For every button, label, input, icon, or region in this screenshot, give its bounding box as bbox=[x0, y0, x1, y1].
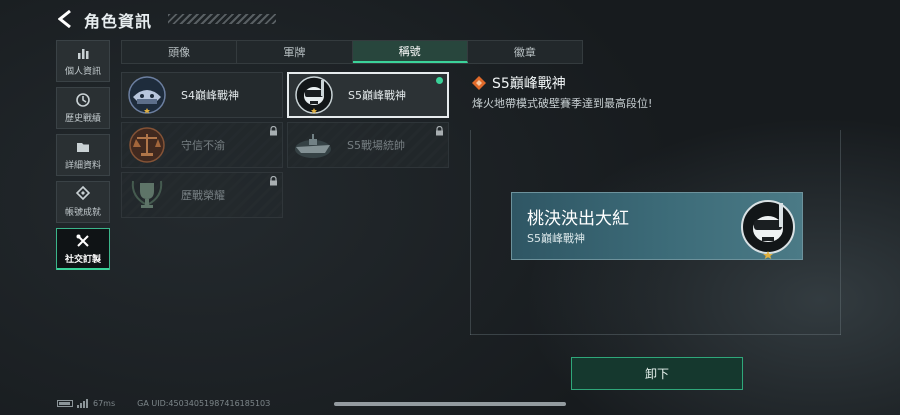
sidebar-item-details[interactable]: 詳細資料 bbox=[56, 134, 110, 176]
bar-chart-icon bbox=[78, 49, 89, 59]
frame-line bbox=[470, 130, 471, 335]
lock-icon bbox=[270, 126, 277, 136]
title-name: 歷戰榮耀 bbox=[181, 189, 225, 202]
lock-icon bbox=[270, 176, 277, 186]
tab-badge[interactable]: 徽章 bbox=[468, 41, 582, 63]
scrollbar[interactable] bbox=[334, 402, 566, 406]
sidebar-item-history[interactable]: 歷史戰績 bbox=[56, 87, 110, 129]
sidebar-item-label: 個人資訊 bbox=[64, 67, 101, 77]
diver-skull-emblem-icon bbox=[741, 200, 795, 259]
page-title: 角色資訊 bbox=[84, 12, 153, 31]
status-footer: 67ms GA UID:4503405198741618510З bbox=[57, 396, 270, 410]
sidebar-item-social[interactable]: 社交訂製 bbox=[56, 228, 110, 270]
sidebar-item-label: 社交訂製 bbox=[64, 255, 101, 265]
detail-title: S5巔峰戰神 bbox=[472, 73, 566, 93]
signal-icon bbox=[77, 398, 88, 408]
title-card-s5-peak[interactable]: S5巔峰戰神 bbox=[287, 72, 449, 118]
page-header: 角色資訊 bbox=[58, 6, 288, 32]
preview-player-name: 桃決泱出大紅 bbox=[527, 209, 629, 229]
scales-emblem-icon bbox=[129, 127, 165, 163]
tools-icon bbox=[76, 234, 89, 247]
title-name: S5戰場統帥 bbox=[347, 139, 405, 152]
unequip-button[interactable]: 卸下 bbox=[571, 357, 743, 390]
title-name: S5巔峰戰神 bbox=[348, 89, 406, 102]
title-preview-card: 桃決泱出大紅 S5巔峰戰神 bbox=[511, 192, 803, 260]
battery-icon bbox=[57, 399, 73, 407]
detail-description: 烽火地帶模式破壁賽季達到最高段位! bbox=[472, 97, 653, 110]
sidebar-item-profile[interactable]: 個人資訊 bbox=[56, 40, 110, 82]
folder-icon bbox=[77, 143, 89, 152]
title-name: 守信不渝 bbox=[181, 139, 225, 152]
title-card-s4-peak[interactable]: S4巔峰戰神 bbox=[121, 72, 283, 118]
tab-bar: 頭像 軍牌 稱號 徽章 bbox=[121, 40, 583, 64]
tab-avatar[interactable]: 頭像 bbox=[122, 41, 238, 63]
armored-skull-emblem-icon bbox=[128, 76, 166, 114]
warship-emblem-icon bbox=[295, 134, 331, 158]
title-card-s5-commander[interactable]: S5戰場統帥 bbox=[287, 122, 449, 168]
diamond-icon bbox=[472, 76, 486, 90]
tab-title[interactable]: 稱號 bbox=[352, 41, 468, 63]
sidebar-item-achievements[interactable]: 帳號成就 bbox=[56, 181, 110, 223]
lock-icon bbox=[436, 126, 443, 136]
preview-title: S5巔峰戰神 bbox=[527, 232, 585, 245]
sidebar-item-label: 帳號成就 bbox=[64, 208, 101, 218]
title-name: S4巔峰戰神 bbox=[181, 89, 239, 102]
trophy-emblem-icon bbox=[131, 180, 163, 208]
history-icon bbox=[76, 93, 90, 107]
back-arrow-icon[interactable] bbox=[58, 10, 72, 28]
header-decoration bbox=[168, 14, 276, 24]
ping-value: 67ms bbox=[93, 398, 116, 408]
title-card-keep-faith[interactable]: 守信不渝 bbox=[121, 122, 283, 168]
frame-line bbox=[840, 130, 841, 335]
sidebar-item-label: 歷史戰績 bbox=[64, 114, 101, 124]
detail-title-text: S5巔峰戰神 bbox=[492, 76, 566, 92]
tab-dogtag[interactable]: 軍牌 bbox=[237, 41, 353, 63]
frame-line bbox=[470, 334, 841, 335]
equipped-indicator bbox=[436, 77, 443, 84]
sidebar: 個人資訊 歷史戰績 詳細資料 帳號成就 社交訂製 bbox=[56, 40, 110, 275]
user-uid: GA UID:4503405198741618510З bbox=[137, 398, 271, 408]
diver-skull-emblem-icon bbox=[295, 76, 333, 114]
achievement-icon bbox=[75, 186, 91, 201]
sidebar-item-label: 詳細資料 bbox=[64, 161, 101, 171]
title-card-veteran-glory[interactable]: 歷戰榮耀 bbox=[121, 172, 283, 218]
